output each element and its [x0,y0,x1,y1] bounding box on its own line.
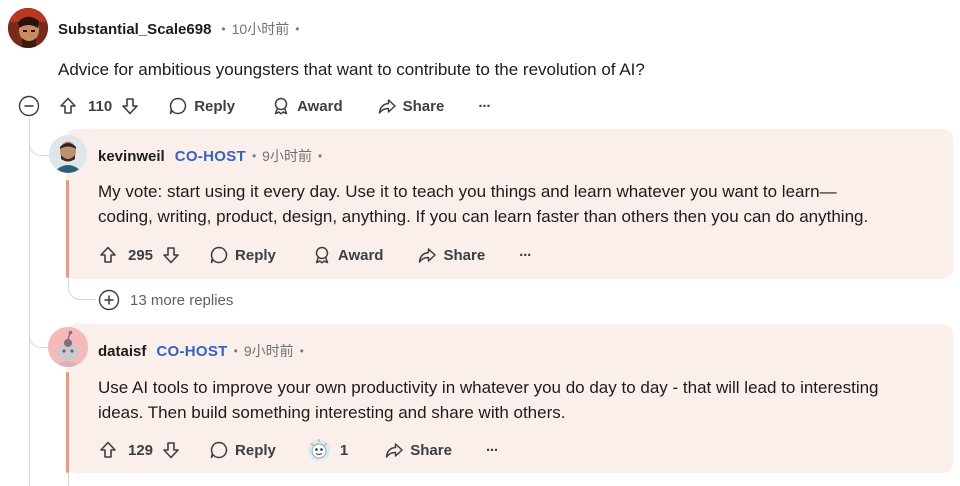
vote-count: 110 [88,97,113,115]
share-icon [385,443,403,458]
expand-icon [98,289,120,311]
username[interactable]: dataisf [98,343,146,360]
separator-dot: • [299,344,304,358]
share-icon [419,248,437,263]
timestamp[interactable]: 10小时前 [232,19,290,39]
upvote-icon [60,97,76,114]
timestamp[interactable]: 9小时前 [262,146,312,166]
more-icon: ··· [478,97,491,115]
share-label: Share [410,441,452,459]
more-options-button[interactable]: ··· [519,246,532,264]
share-label: Share [402,97,445,115]
reply-icon [210,246,228,264]
separator-dot: • [317,149,323,163]
more-icon: ··· [485,441,499,459]
more-options-button[interactable]: ··· [485,441,499,459]
downvote-icon [163,442,179,459]
reply1-actions: 295 Reply Award Share ··· [98,243,532,267]
reply1-body-line2: coding, writing, product, design, anythi… [98,207,869,226]
downvote-button[interactable] [120,96,140,116]
reply-button[interactable]: Reply [168,96,235,116]
separator-dot: • [221,22,226,36]
award-badge-icon [307,439,330,461]
award-label: Award [297,97,343,115]
award-label: Award [337,246,384,264]
top-comment-body: Advice for ambitious youngsters that wan… [58,60,645,79]
username[interactable]: kevinweil [98,148,165,165]
award-icon [274,97,288,115]
separator-dot: • [251,149,257,163]
upvote-icon [100,441,116,458]
award-button[interactable]: Award [271,96,343,116]
username[interactable]: Substantial_Scale698 [58,21,211,38]
share-button[interactable]: Share [377,96,445,116]
timestamp[interactable]: 9小时前 [244,341,294,361]
downvote-button[interactable] [161,440,181,460]
collapse-icon [18,95,40,117]
share-button[interactable]: Share [417,245,485,265]
share-icon [378,99,396,114]
downvote-icon [122,98,139,115]
vote-count: 295 [128,246,154,264]
collapse-button[interactable] [18,95,40,117]
vote-count: 129 [128,441,154,459]
upvote-button[interactable] [58,96,78,116]
reply-label: Reply [235,441,276,459]
top-comment-meta: Substantial_Scale698 • 10小时前 • [58,19,305,39]
award-button[interactable]: Award [312,245,384,265]
separator-dot: • [233,344,238,358]
reply1-body-line1: My vote: start using it every day. Use i… [98,182,837,201]
upvote-button[interactable] [98,440,118,460]
award-count: 1 [339,441,349,459]
reply2-meta: dataisf CO-HOST • 9小时前 • [98,341,310,361]
card-accent-bar [66,372,69,473]
reply-button[interactable]: Reply [209,245,276,265]
more-icon: ··· [519,246,532,264]
share-button[interactable]: Share [384,440,452,460]
upvote-icon [100,246,116,263]
downvote-button[interactable] [161,245,181,265]
more-replies-link[interactable]: 13 more replies [98,289,233,311]
thread-connector-reply1 [29,118,51,156]
cohost-badge: CO-HOST [174,147,246,165]
card-accent-bar [66,180,69,278]
avatar[interactable] [49,135,87,173]
reply2-body-line1: Use AI tools to improve your own product… [98,378,879,397]
reply2-actions: 129 Reply 1 Share ··· [98,437,499,463]
cohost-badge: CO-HOST [156,342,228,360]
reply-label: Reply [235,246,276,264]
upvote-button[interactable] [98,245,118,265]
reply-icon [210,441,228,459]
separator-dot: • [295,22,300,36]
reply-button[interactable]: Reply [209,440,276,460]
award-button[interactable]: 1 [306,437,348,463]
more-options-button[interactable]: ··· [478,97,491,115]
downvote-icon [163,247,179,264]
reply-label: Reply [194,97,236,115]
reply1-meta: kevinweil CO-HOST • 9小时前 • [98,146,328,166]
share-label: Share [443,246,486,264]
award-icon [315,246,329,264]
reply-icon [169,97,187,115]
thread-line-main [29,118,30,486]
avatar[interactable] [48,327,88,367]
more-replies-label: 13 more replies [130,291,234,309]
avatar[interactable] [8,8,48,48]
top-comment-actions: 110 Reply Award Share ··· [58,94,491,118]
reply2-body-line2: ideas. Then build something interesting … [98,403,566,422]
